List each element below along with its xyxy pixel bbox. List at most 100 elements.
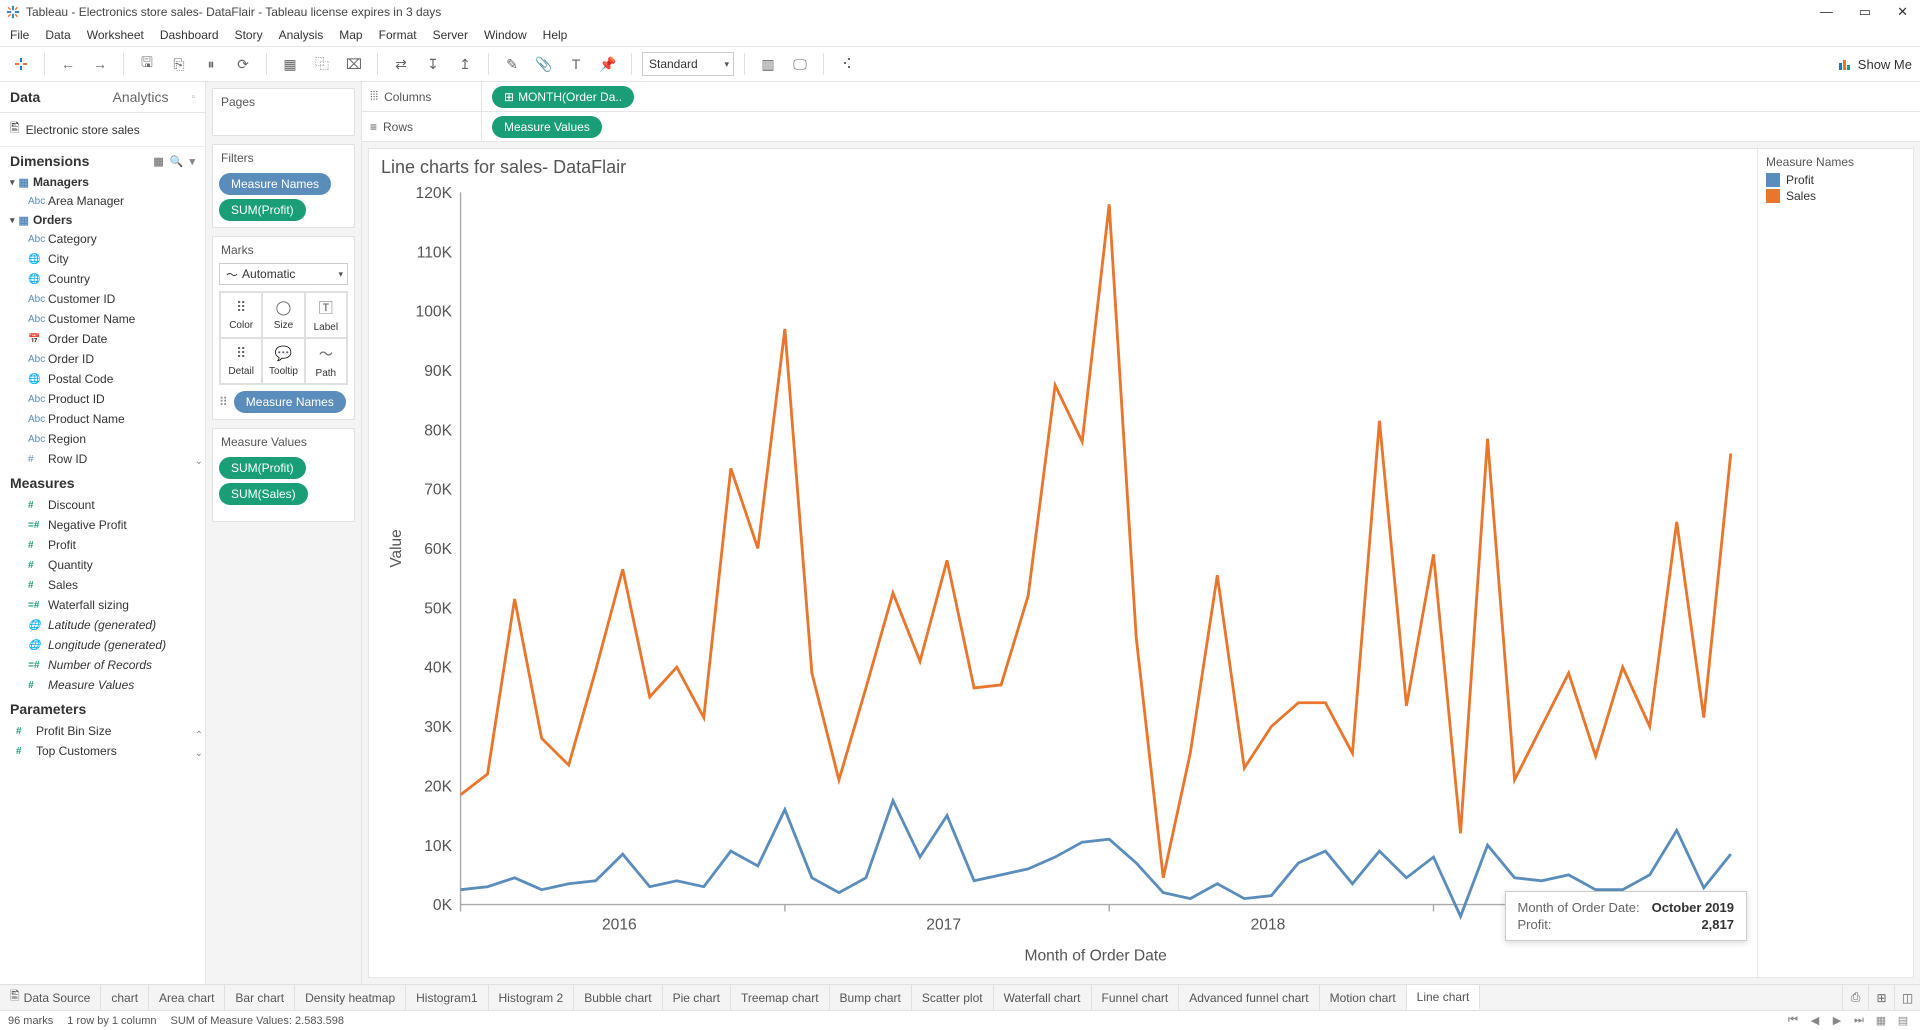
menu-story[interactable]: Story — [235, 28, 263, 42]
field-order-date[interactable]: 📅Order Date — [0, 329, 205, 349]
group-managers[interactable]: ▾▦Managers — [0, 173, 205, 191]
mark-type-select[interactable]: 〜Automatic — [219, 263, 348, 285]
new-dashboard-button[interactable]: ⊞ — [1868, 985, 1894, 1011]
param-top-customers[interactable]: #Top Customers — [0, 741, 205, 761]
tab-bump-chart[interactable]: Bump chart — [830, 985, 912, 1010]
field-category[interactable]: AbcCategory — [0, 229, 205, 249]
tab-pie-chart[interactable]: Pie chart — [663, 985, 731, 1010]
field-discount[interactable]: #Discount — [0, 495, 205, 515]
view-tabs-icon[interactable]: ▦ — [1872, 1014, 1890, 1027]
tab-waterfall-chart[interactable]: Waterfall chart — [994, 985, 1092, 1010]
presentation-icon[interactable]: 🖵 — [787, 51, 813, 77]
pill-measure-values-row[interactable]: Measure Values — [492, 116, 602, 138]
mark-size[interactable]: ◯Size — [262, 292, 304, 338]
clear-icon[interactable]: ⌧ — [341, 51, 367, 77]
field-area-manager[interactable]: AbcArea Manager — [0, 191, 205, 211]
new-story-button[interactable]: ◫ — [1894, 985, 1920, 1011]
sort-asc-icon[interactable]: ↧ — [420, 51, 446, 77]
scroll-up-icon[interactable]: ⌃ — [193, 728, 205, 743]
field-waterfall[interactable]: =#Waterfall sizing — [0, 595, 205, 615]
field-longitude[interactable]: 🌐Longitude (generated) — [0, 635, 205, 655]
field-postal-code[interactable]: 🌐Postal Code — [0, 369, 205, 389]
close-button[interactable]: ✕ — [1897, 4, 1908, 20]
sort-desc-icon[interactable]: ↥ — [452, 51, 478, 77]
tab-density-heatmap[interactable]: Density heatmap — [295, 985, 406, 1010]
measure-values-shelf[interactable]: Measure Values SUM(Profit) SUM(Sales) — [212, 428, 355, 522]
mark-detail[interactable]: ⠿Detail — [220, 338, 262, 384]
tab-analytics[interactable]: Analytics▫ — [103, 82, 206, 112]
legend-item-profit[interactable]: Profit — [1766, 173, 1905, 187]
logo-icon[interactable] — [8, 51, 34, 77]
tab-histogram1[interactable]: Histogram1 — [406, 985, 488, 1010]
mark-tooltip[interactable]: 💬Tooltip — [262, 338, 304, 384]
tab-scatter-plot[interactable]: Scatter plot — [912, 985, 994, 1010]
menu-format[interactable]: Format — [379, 28, 417, 42]
mark-label[interactable]: 🅃Label — [305, 292, 347, 338]
menu-file[interactable]: File — [10, 28, 29, 42]
tab-area-chart[interactable]: Area chart — [149, 985, 225, 1010]
tab-bar-chart[interactable]: Bar chart — [225, 985, 295, 1010]
tab-data-source[interactable]: 🖺Data Source — [0, 985, 101, 1010]
save-icon[interactable]: 🖫 — [134, 51, 160, 77]
pill-sum-profit[interactable]: SUM(Profit) — [219, 199, 306, 221]
datasource-row[interactable]: 🖺 Electronic store sales — [0, 113, 205, 147]
field-customer-name[interactable]: AbcCustomer Name — [0, 309, 205, 329]
duplicate-icon[interactable]: ⿻ — [309, 51, 335, 77]
columns-shelf[interactable]: ⦙⦙⦙Columns ⊞MONTH(Order Da.. — [362, 82, 1920, 112]
pill-color-measure-names[interactable]: Measure Names — [234, 391, 346, 413]
nav-last-icon[interactable]: ⏭ — [1850, 1014, 1868, 1027]
tab-funnel-chart[interactable]: Funnel chart — [1092, 985, 1180, 1010]
tab-histogram2[interactable]: Histogram 2 — [489, 985, 575, 1010]
param-bin-size[interactable]: #Profit Bin Size — [0, 721, 205, 741]
refresh-icon[interactable]: ⟳ — [230, 51, 256, 77]
pill-month-orderdate[interactable]: ⊞MONTH(Order Da.. — [492, 86, 634, 108]
rows-shelf[interactable]: ≡Rows Measure Values — [362, 112, 1920, 142]
group-orders[interactable]: ▾▦Orders — [0, 211, 205, 229]
forward-icon[interactable]: → — [87, 51, 113, 77]
field-product-id[interactable]: AbcProduct ID — [0, 389, 205, 409]
field-row-id[interactable]: #Row ID — [0, 449, 205, 469]
search-icon[interactable]: 🔍 — [170, 155, 184, 168]
tab-bubble-chart[interactable]: Bubble chart — [574, 985, 662, 1010]
maximize-button[interactable]: ▭ — [1859, 4, 1871, 20]
mark-color[interactable]: ⠿Color — [220, 292, 262, 338]
menu-window[interactable]: Window — [484, 28, 527, 42]
field-quantity[interactable]: #Quantity — [0, 555, 205, 575]
pill-mv-profit[interactable]: SUM(Profit) — [219, 457, 306, 479]
field-country[interactable]: 🌐Country — [0, 269, 205, 289]
fit-select[interactable]: Standard — [642, 52, 734, 76]
field-order-id[interactable]: AbcOrder ID — [0, 349, 205, 369]
back-icon[interactable]: ← — [55, 51, 81, 77]
menu-data[interactable]: Data — [45, 28, 70, 42]
field-region[interactable]: AbcRegion — [0, 429, 205, 449]
menu-analysis[interactable]: Analysis — [279, 28, 324, 42]
menu-worksheet[interactable]: Worksheet — [87, 28, 144, 42]
field-sales[interactable]: #Sales — [0, 575, 205, 595]
nav-next-icon[interactable]: ▶ — [1828, 1014, 1846, 1027]
scroll-down-icon[interactable]: ⌄ — [193, 746, 205, 761]
menu-help[interactable]: Help — [543, 28, 568, 42]
pill-mv-sales[interactable]: SUM(Sales) — [219, 483, 308, 505]
field-measure-values[interactable]: #Measure Values — [0, 675, 205, 695]
menu-dashboard[interactable]: Dashboard — [160, 28, 219, 42]
show-me-button[interactable]: Show Me — [1838, 57, 1912, 72]
tab-chart[interactable]: chart — [101, 985, 149, 1010]
field-latitude[interactable]: 🌐Latitude (generated) — [0, 615, 205, 635]
field-profit[interactable]: #Profit — [0, 535, 205, 555]
new-worksheet-icon[interactable]: ▦ — [277, 51, 303, 77]
group-icon[interactable]: 📎 — [531, 51, 557, 77]
pill-measure-names[interactable]: Measure Names — [219, 173, 331, 195]
new-worksheet-button[interactable]: ⎙ — [1842, 985, 1868, 1011]
text-icon[interactable]: T — [563, 51, 589, 77]
highlight-icon[interactable]: ✎ — [499, 51, 525, 77]
tab-line-chart[interactable]: Line chart — [1407, 985, 1481, 1010]
field-city[interactable]: 🌐City — [0, 249, 205, 269]
tab-data[interactable]: Data — [0, 82, 103, 112]
view-filmstrip-icon[interactable]: ▤ — [1894, 1014, 1912, 1027]
swap-icon[interactable]: ⇄ — [388, 51, 414, 77]
tab-motion-chart[interactable]: Motion chart — [1320, 985, 1407, 1010]
nav-first-icon[interactable]: ⏮ — [1784, 1014, 1802, 1027]
menu-icon[interactable]: ▾ — [189, 155, 195, 168]
tab-adv-funnel-chart[interactable]: Advanced funnel chart — [1179, 985, 1319, 1010]
field-customer-id[interactable]: AbcCustomer ID — [0, 289, 205, 309]
